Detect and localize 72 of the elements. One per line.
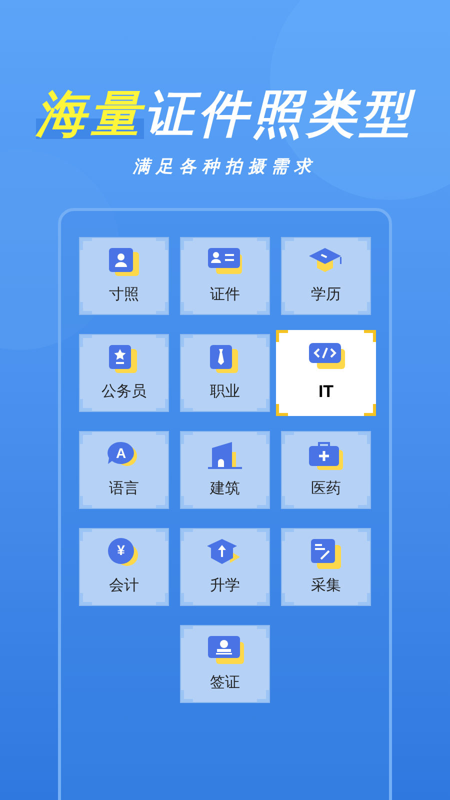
category-tile[interactable]: 采集 (281, 528, 371, 606)
category-tile[interactable]: 学历 (281, 237, 371, 315)
icon-letter: ¥ (116, 540, 126, 560)
corner-bracket (156, 496, 168, 508)
corner-bracket (181, 496, 193, 508)
category-tile[interactable]: 公务员 (79, 334, 169, 412)
corner-bracket (257, 496, 269, 508)
corner-bracket (358, 593, 370, 605)
corner-bracket (156, 432, 168, 444)
corner-bracket (156, 238, 168, 250)
corner-bracket (80, 238, 92, 250)
corner-bracket (364, 330, 376, 342)
corner-bracket (358, 238, 370, 250)
category-tile[interactable]: 职业 (180, 334, 270, 412)
icon-letter: A (114, 444, 128, 463)
corner-bracket (257, 302, 269, 314)
category-tile[interactable]: 升学 (180, 528, 270, 606)
corner-bracket (80, 593, 92, 605)
corner-bracket (358, 432, 370, 444)
corner-bracket (282, 432, 294, 444)
corner-bracket (181, 529, 193, 541)
category-tile[interactable]: 建筑 (180, 431, 270, 509)
corner-bracket (257, 593, 269, 605)
corner-bracket (181, 302, 193, 314)
corner-bracket (80, 335, 92, 347)
corner-bracket (181, 690, 193, 702)
corner-bracket (282, 496, 294, 508)
corner-bracket (282, 593, 294, 605)
corner-bracket (181, 626, 193, 638)
corner-bracket (257, 238, 269, 250)
corner-bracket (358, 302, 370, 314)
headline: 海量证件照类型 (36, 85, 414, 144)
category-tile[interactable]: 医药 (281, 431, 371, 509)
category-tile[interactable]: ¥ 会计 (79, 528, 169, 606)
corner-bracket (282, 302, 294, 314)
corner-bracket (80, 302, 92, 314)
corner-bracket (156, 335, 168, 347)
building-icon (206, 440, 244, 472)
corner-bracket (257, 432, 269, 444)
corner-bracket (80, 432, 92, 444)
corner-bracket (257, 335, 269, 347)
stamp-icon (206, 634, 244, 666)
corner-bracket (156, 529, 168, 541)
corner-bracket (181, 238, 193, 250)
category-tile[interactable]: A 语言 (79, 431, 169, 509)
category-tile[interactable]: 签证 (180, 625, 270, 703)
category-tile[interactable]: 寸照 (79, 237, 169, 315)
corner-bracket (358, 496, 370, 508)
corner-bracket (364, 404, 376, 416)
corner-bracket (276, 330, 288, 342)
corner-bracket (282, 529, 294, 541)
corner-bracket (257, 690, 269, 702)
corner-bracket (282, 238, 294, 250)
corner-bracket (276, 404, 288, 416)
corner-bracket (80, 496, 92, 508)
corner-bracket (80, 529, 92, 541)
corner-bracket (257, 626, 269, 638)
corner-bracket (181, 593, 193, 605)
corner-bracket (181, 335, 193, 347)
corner-bracket (181, 432, 193, 444)
medical-kit-icon (307, 440, 345, 472)
category-tile[interactable]: IT (276, 330, 376, 416)
category-tile[interactable]: 证件 (180, 237, 270, 315)
corner-bracket (80, 399, 92, 411)
corner-bracket (358, 529, 370, 541)
corner-bracket (156, 399, 168, 411)
corner-bracket (257, 399, 269, 411)
corner-bracket (181, 399, 193, 411)
corner-bracket (156, 593, 168, 605)
subtitle: 满足各种拍摄需求 (133, 156, 317, 178)
corner-bracket (156, 302, 168, 314)
corner-bracket (257, 529, 269, 541)
